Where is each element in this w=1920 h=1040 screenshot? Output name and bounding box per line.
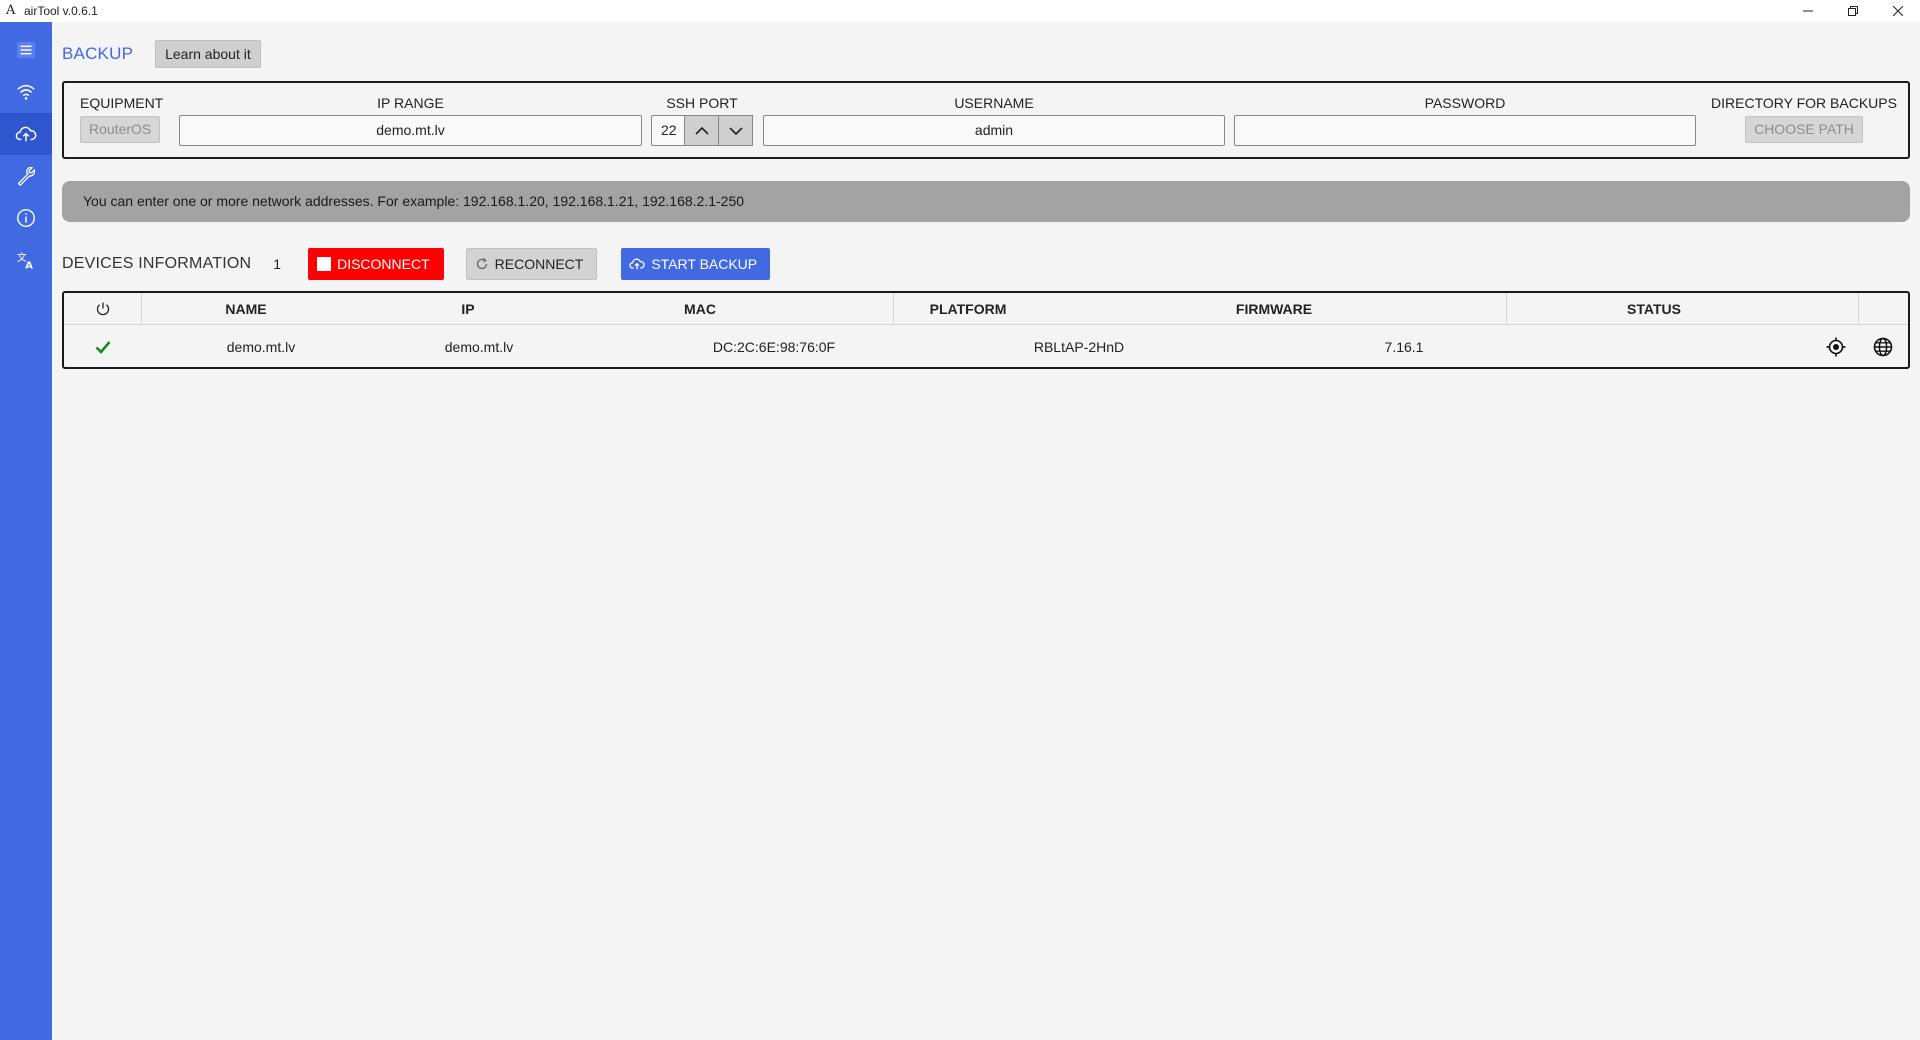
choose-path-button[interactable]: CHOOSE PATH	[1745, 116, 1863, 143]
column-header-mac[interactable]: MAC	[585, 293, 815, 325]
ssh-port-input[interactable]: 22	[651, 115, 685, 146]
minimize-button[interactable]	[1785, 0, 1830, 22]
column-header-platform[interactable]: PLATFORM	[815, 293, 1121, 325]
window-title: airTool v.0.6.1	[24, 4, 98, 18]
close-icon	[1892, 6, 1903, 16]
locate-device-button[interactable]	[1819, 326, 1853, 367]
connected-status-cell	[64, 326, 141, 367]
table-header: NAME IP MAC PLATFORM FIRMWARE STATUS	[64, 293, 1908, 325]
devices-count: 1	[273, 256, 282, 272]
password-field: PASSWORD	[1234, 95, 1696, 146]
column-header-ip[interactable]: IP	[351, 293, 585, 325]
start-backup-label: START BACKUP	[651, 256, 758, 272]
column-header-name[interactable]: NAME	[141, 293, 351, 325]
devices-title: DEVICES INFORMATION	[62, 255, 252, 272]
refresh-icon	[475, 257, 489, 271]
ssh-port-label: SSH PORT	[666, 95, 738, 111]
devices-toolbar: DEVICES INFORMATION 1 DISCONNECT RECONNE…	[62, 248, 771, 280]
cloud-upload-icon	[629, 257, 646, 271]
window-controls	[1785, 0, 1920, 22]
backup-settings-panel: EQUIPMENT RouterOS IP RANGE demo.mt.lv S…	[62, 81, 1910, 159]
chevron-up-icon	[694, 126, 709, 135]
power-icon	[96, 302, 109, 316]
directory-label: DIRECTORY FOR BACKUPS	[1711, 95, 1897, 111]
menu-icon	[16, 41, 36, 59]
username-field: USERNAME admin	[763, 95, 1225, 146]
wifi-icon	[17, 84, 35, 100]
disconnect-button[interactable]: DISCONNECT	[308, 248, 444, 280]
reconnect-label: RECONNECT	[494, 256, 584, 272]
equipment-field: EQUIPMENT RouterOS	[80, 95, 165, 143]
title-bar: A airTool v.0.6.1	[0, 0, 1920, 22]
username-label: USERNAME	[954, 95, 1034, 111]
ssh-port-field: SSH PORT 22	[651, 95, 753, 146]
start-backup-button[interactable]: START BACKUP	[621, 248, 771, 280]
wrench-icon	[17, 166, 36, 187]
equipment-select[interactable]: RouterOS	[80, 116, 161, 143]
page-header: BACKUP Learn about it	[62, 40, 261, 68]
info-icon	[17, 209, 35, 227]
sidebar-item-menu[interactable]	[0, 29, 52, 71]
device-firmware-cell: 7.16.1	[1384, 338, 1424, 355]
ip-range-input[interactable]: demo.mt.lv	[179, 115, 642, 146]
svg-text:A: A	[25, 260, 33, 271]
column-header-status[interactable]: STATUS	[1506, 293, 1802, 325]
ssh-port-spinner: 22	[651, 115, 753, 146]
restore-icon	[1847, 6, 1858, 16]
learn-about-button[interactable]: Learn about it	[155, 40, 261, 68]
device-ip-cell: demo.mt.lv	[444, 338, 514, 355]
minimize-icon	[1802, 10, 1813, 12]
column-divider	[1858, 293, 1859, 325]
translate-icon: 文A	[17, 251, 33, 271]
crosshair-icon	[1826, 337, 1846, 356]
chevron-down-icon	[728, 126, 743, 135]
main-panel: BACKUP Learn about it EQUIPMENT RouterOS…	[52, 22, 1920, 1040]
devices-table: NAME IP MAC PLATFORM FIRMWARE STATUS dem…	[62, 291, 1910, 369]
disconnect-label: DISCONNECT	[337, 256, 430, 272]
ip-range-field: IP RANGE demo.mt.lv	[179, 95, 642, 146]
sidebar-item-info[interactable]	[0, 197, 52, 239]
power-column-header[interactable]	[64, 293, 141, 325]
ip-range-label: IP RANGE	[377, 95, 444, 111]
cloud-upload-icon	[15, 126, 37, 142]
sidebar-item-backup[interactable]	[0, 113, 52, 155]
device-status-cell	[1506, 326, 1802, 367]
stop-icon	[317, 257, 332, 271]
reconnect-button[interactable]: RECONNECT	[465, 248, 598, 280]
sidebar: 文A	[0, 22, 52, 1040]
username-input[interactable]: admin	[763, 115, 1225, 146]
check-icon	[95, 340, 110, 354]
port-decrement-button[interactable]	[719, 115, 753, 146]
port-increment-button[interactable]	[685, 115, 719, 146]
sidebar-item-tools[interactable]	[0, 155, 52, 197]
globe-icon	[1873, 337, 1893, 356]
equipment-label: EQUIPMENT	[80, 95, 164, 111]
device-mac-cell: DC:2C:6E:98:76:0F	[712, 338, 836, 355]
device-platform-cell: RBLtAP-2HnD	[1033, 338, 1125, 355]
directory-field: DIRECTORY FOR BACKUPS CHOOSE PATH	[1709, 95, 1899, 143]
open-web-button[interactable]	[1866, 326, 1900, 367]
sidebar-item-language[interactable]: 文A	[0, 239, 52, 281]
table-row[interactable]: demo.mt.lv demo.mt.lv DC:2C:6E:98:76:0F …	[64, 326, 1908, 367]
password-input[interactable]	[1234, 115, 1696, 146]
info-hint-bar: You can enter one or more network addres…	[62, 181, 1910, 222]
page-title: BACKUP	[62, 44, 134, 63]
device-name-cell: demo.mt.lv	[226, 338, 296, 355]
sidebar-item-wifi[interactable]	[0, 71, 52, 113]
password-label: PASSWORD	[1424, 95, 1506, 111]
restore-button[interactable]	[1830, 0, 1875, 22]
close-button[interactable]	[1875, 0, 1920, 22]
column-header-firmware[interactable]: FIRMWARE	[1121, 293, 1427, 325]
app-logo-icon: A	[6, 3, 16, 18]
